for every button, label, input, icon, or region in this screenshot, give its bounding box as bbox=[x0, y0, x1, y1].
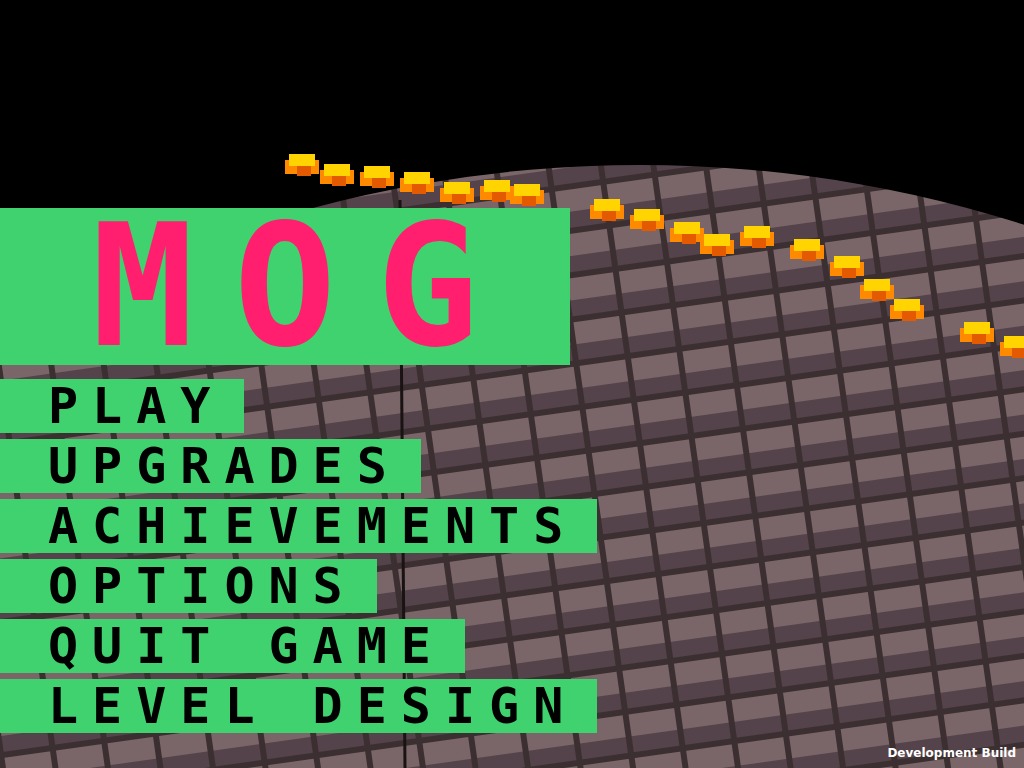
menu-button[interactable]: PLAY bbox=[0, 379, 244, 433]
menu-button[interactable]: OPTIONS bbox=[0, 559, 377, 613]
main-menu-screen: MOG PLAY UPGRADES ACHIEVEMENTS OPTIONS QUIT G… bbox=[0, 0, 1024, 768]
planet-surface bbox=[0, 0, 1024, 768]
menu-button[interactable]: UPGRADES bbox=[0, 439, 421, 493]
menu-button[interactable]: LEVEL DESIGN bbox=[0, 679, 597, 733]
logo-text: MOG bbox=[91, 208, 518, 365]
game-logo: MOG bbox=[0, 208, 570, 365]
menu-list: PLAY UPGRADES ACHIEVEMENTS OPTIONS QUIT GAME… bbox=[0, 379, 597, 733]
menu-column: MOG PLAY UPGRADES ACHIEVEMENTS OPTIONS QUIT G… bbox=[0, 0, 1024, 733]
menu-button[interactable]: QUIT GAME bbox=[0, 619, 465, 673]
build-label: Development Build bbox=[887, 746, 1016, 760]
menu-button[interactable]: ACHIEVEMENTS bbox=[0, 499, 597, 553]
